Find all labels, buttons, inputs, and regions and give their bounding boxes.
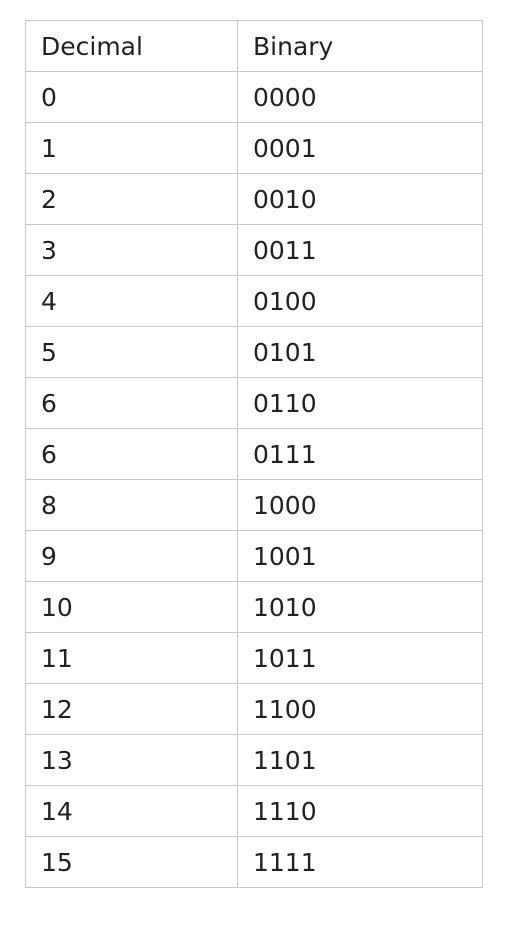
table-row: 12 1100: [25, 683, 483, 735]
decimal-cell: 15: [25, 836, 238, 888]
table-row: 4 0100: [25, 275, 483, 327]
binary-cell: 0001: [237, 122, 483, 174]
decimal-cell: 2: [25, 173, 238, 225]
binary-cell: 1001: [237, 530, 483, 582]
table-row: 13 1101: [25, 734, 483, 786]
decimal-cell: 9: [25, 530, 238, 582]
table-row: 8 1000: [25, 479, 483, 531]
binary-cell: 1010: [237, 581, 483, 633]
decimal-cell: 11: [25, 632, 238, 684]
binary-cell: 1101: [237, 734, 483, 786]
binary-cell: 0100: [237, 275, 483, 327]
table-row: 6 0111: [25, 428, 483, 480]
table-row: 0 0000: [25, 71, 483, 123]
decimal-cell: 10: [25, 581, 238, 633]
table-row: 5 0101: [25, 326, 483, 378]
decimal-cell: 5: [25, 326, 238, 378]
binary-cell: 1100: [237, 683, 483, 735]
table-body: 0 0000 1 0001 2 0010 3 0011 4 0100 5 0101 6 0110 6 0111…: [25, 71, 483, 888]
binary-cell: 1111: [237, 836, 483, 888]
table-row: 1 0001: [25, 122, 483, 174]
binary-cell: 0111: [237, 428, 483, 480]
binary-cell: 1000: [237, 479, 483, 531]
decimal-binary-table-container: Decimal Binary 0 0000 1 0001 2 0010 3 0011 4 0100…: [25, 20, 483, 888]
binary-cell: 0110: [237, 377, 483, 429]
decimal-cell: 8: [25, 479, 238, 531]
decimal-cell: 12: [25, 683, 238, 735]
header-decimal: Decimal: [25, 20, 238, 72]
table-row: 6 0110: [25, 377, 483, 429]
table-row: 10 1010: [25, 581, 483, 633]
decimal-cell: 3: [25, 224, 238, 276]
binary-cell: 0010: [237, 173, 483, 225]
table-row: 14 1110: [25, 785, 483, 837]
table-row: 15 1111: [25, 836, 483, 888]
decimal-cell: 6: [25, 428, 238, 480]
table-row: 9 1001: [25, 530, 483, 582]
decimal-binary-table: Decimal Binary 0 0000 1 0001 2 0010 3 0011 4 0100…: [25, 20, 483, 888]
binary-cell: 0011: [237, 224, 483, 276]
header-row: Decimal Binary: [25, 20, 483, 72]
table-row: 3 0011: [25, 224, 483, 276]
decimal-cell: 4: [25, 275, 238, 327]
decimal-cell: 1: [25, 122, 238, 174]
binary-cell: 0000: [237, 71, 483, 123]
decimal-cell: 13: [25, 734, 238, 786]
table-row: 11 1011: [25, 632, 483, 684]
table-row: 2 0010: [25, 173, 483, 225]
header-binary: Binary: [237, 20, 483, 72]
binary-cell: 0101: [237, 326, 483, 378]
binary-cell: 1011: [237, 632, 483, 684]
table-header: Decimal Binary: [25, 20, 483, 72]
binary-cell: 1110: [237, 785, 483, 837]
decimal-cell: 6: [25, 377, 238, 429]
decimal-cell: 14: [25, 785, 238, 837]
decimal-cell: 0: [25, 71, 238, 123]
